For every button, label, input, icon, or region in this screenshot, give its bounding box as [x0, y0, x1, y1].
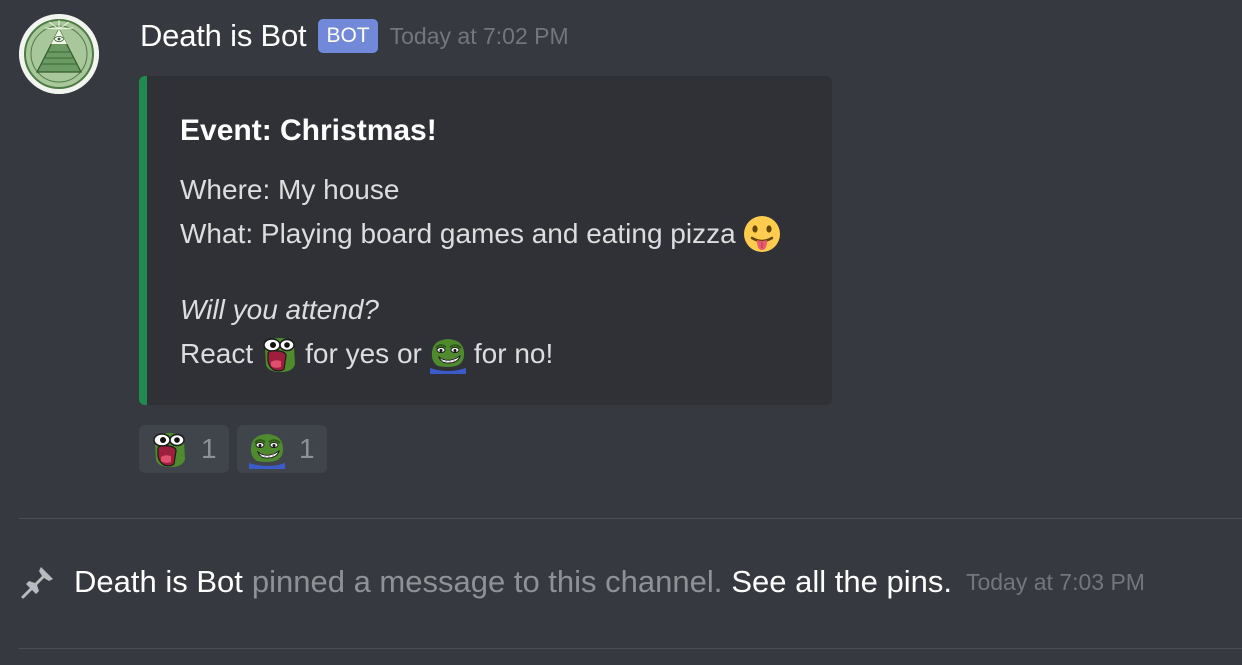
- pin-author-name[interactable]: Death is Bot: [74, 564, 243, 600]
- embed-what: What: Playing board games and eating piz…: [180, 214, 782, 254]
- question-text: Will you attend?: [180, 294, 379, 325]
- reaction-pepe-excited[interactable]: 1: [139, 425, 229, 473]
- react-prefix-text: React: [180, 338, 254, 369]
- pin-description: pinned a message to this channel.: [251, 564, 723, 599]
- reactions-bar: 1 1: [139, 425, 335, 473]
- message-divider: [19, 648, 1242, 649]
- reaction-count: 1: [299, 433, 315, 464]
- message-timestamp[interactable]: Today at 7:02 PM: [390, 23, 569, 50]
- reaction-pepe-grin[interactable]: 1: [237, 425, 327, 473]
- embed-where: Where: My house: [180, 174, 399, 206]
- bot-tag: BOT: [318, 19, 378, 53]
- stuck-out-tongue-emoji: [742, 214, 782, 254]
- pin-system-message: Death is Bot pinned a message to this ch…: [20, 562, 1145, 602]
- author-name[interactable]: Death is Bot: [140, 18, 307, 54]
- see-all-pins-link[interactable]: See all the pins.: [731, 564, 952, 600]
- event-embed: Event: Christmas! Where: My house What: …: [139, 76, 832, 405]
- reaction-count: 1: [201, 433, 217, 464]
- pepe-excited-emoji: [149, 429, 189, 469]
- embed-question: Will you attend?: [180, 294, 379, 326]
- react-yes-text: for yes or: [305, 338, 422, 369]
- what-text: What: Playing board games and eating piz…: [180, 218, 736, 249]
- pin-icon: [21, 567, 53, 599]
- pepe-grin-emoji: [428, 334, 468, 374]
- pepe-grin-emoji: [247, 429, 287, 469]
- embed-title: Event: Christmas!: [180, 114, 437, 147]
- illuminati-pyramid-icon: [19, 14, 99, 94]
- avatar[interactable]: [19, 14, 99, 94]
- pin-timestamp[interactable]: Today at 7:03 PM: [966, 569, 1145, 596]
- message-divider: [19, 518, 1242, 519]
- message-header: Death is Bot BOT Today at 7:02 PM: [140, 16, 569, 56]
- react-no-text: for no!: [473, 338, 554, 369]
- pepe-excited-emoji: [259, 334, 299, 374]
- embed-react-instructions: React for yes or for no!: [180, 334, 553, 374]
- where-text: Where: My house: [180, 174, 400, 205]
